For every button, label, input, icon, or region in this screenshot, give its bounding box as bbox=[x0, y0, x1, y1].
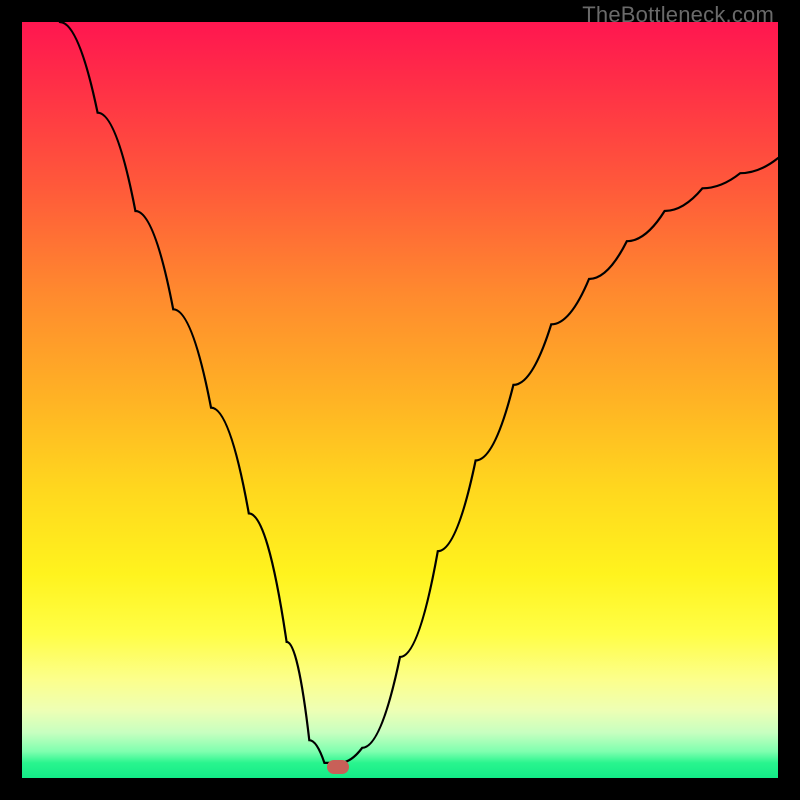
plot-area bbox=[22, 22, 778, 778]
minimum-marker bbox=[327, 760, 349, 774]
bottleneck-curve bbox=[22, 22, 778, 778]
chart-frame: TheBottleneck.com bbox=[0, 0, 800, 800]
